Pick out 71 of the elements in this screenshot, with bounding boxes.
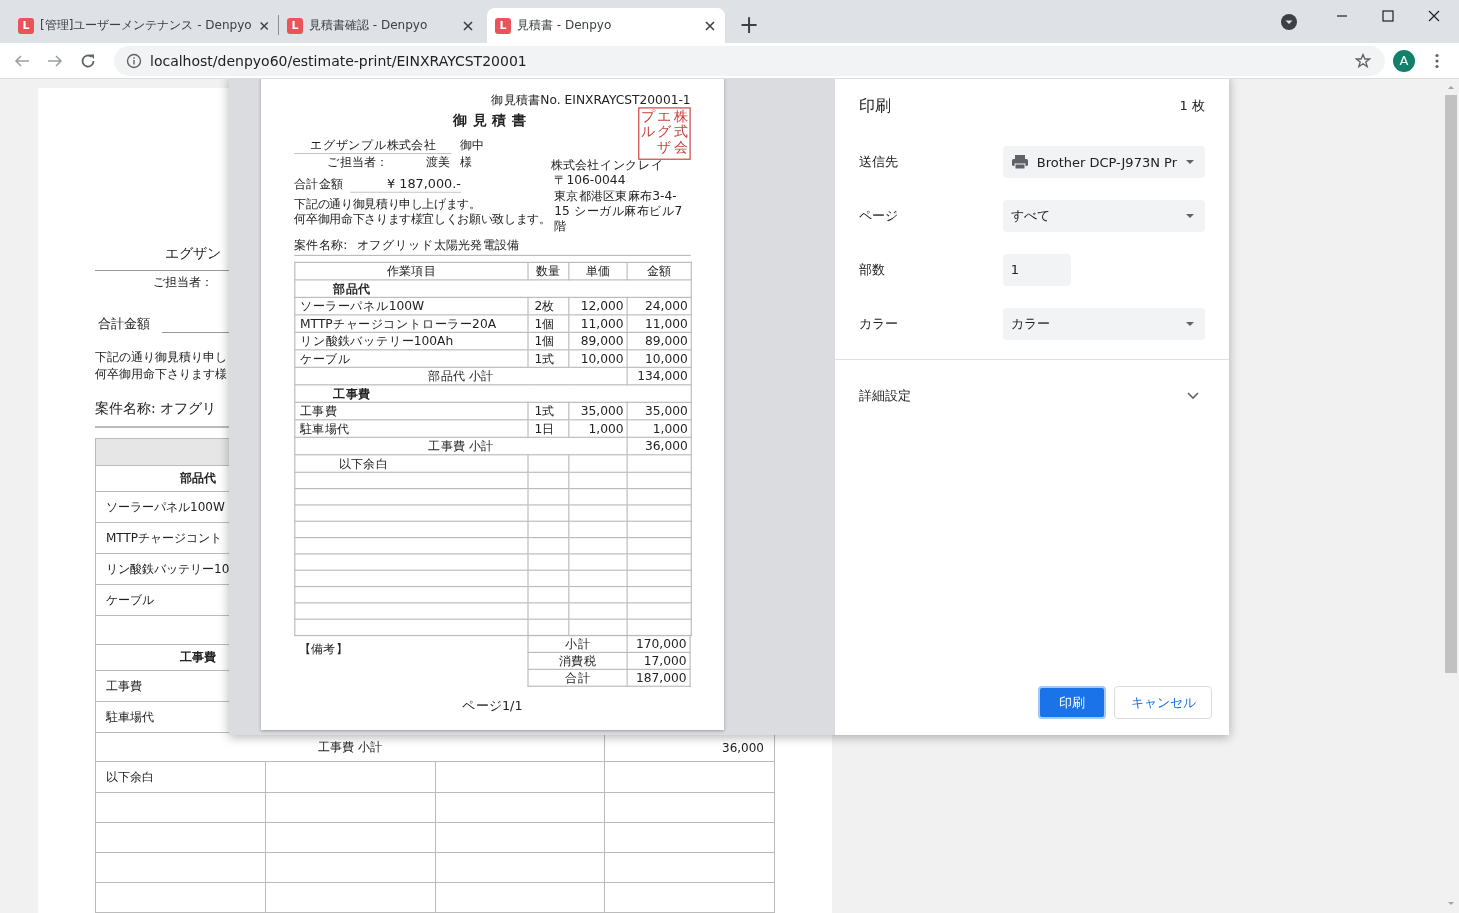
client-name: エグザン: [165, 245, 221, 263]
message-text: 下記の通り御見積り申し: [95, 349, 227, 366]
maximize-icon[interactable]: [1381, 9, 1395, 23]
honorific: 様: [460, 155, 473, 171]
company-address: 東京都港区東麻布3-4-15 シーガル麻布ビル7階: [554, 189, 684, 234]
caret-icon: [1185, 159, 1195, 165]
setting-label: ページ: [858, 207, 899, 225]
back-icon[interactable]: [14, 52, 30, 69]
section-heading: 部品代: [333, 281, 371, 296]
printer-dropdown[interactable]: Brother DCP-J973N Pr: [1002, 146, 1205, 178]
estimate-number: 御見積書No. EINXRAYCST20001-1: [490, 92, 692, 108]
reload-icon[interactable]: [80, 52, 96, 69]
page-number: ページ1/1: [461, 698, 524, 714]
section-heading: 工事費: [333, 386, 371, 401]
tab-title: [管理]ユーザーメンテナンス - Denpyo: [40, 17, 252, 34]
message-text: 下記の通り御見積り申し上げます。: [294, 197, 482, 212]
caret-icon: [1185, 213, 1195, 219]
browser-tab[interactable]: L 見積書確認 - Denpyo: [279, 8, 483, 43]
project-title: 案件名称: オフグリ: [95, 400, 217, 416]
tab-title: 見積書 - Denpyo: [517, 17, 613, 34]
close-icon[interactable]: [1427, 9, 1441, 23]
total-label: 合計金額: [98, 315, 150, 333]
setting-label: 部数: [858, 261, 886, 279]
browser-tab[interactable]: L [管理]ユーザーメンテナンス - Denpyo: [10, 8, 278, 43]
table-cell: 170,000: [627, 635, 691, 653]
forward-icon[interactable]: [47, 52, 63, 69]
printer-icon: [1010, 154, 1029, 170]
tab-search-icon[interactable]: [1281, 14, 1297, 30]
star-icon[interactable]: [1355, 52, 1371, 69]
favicon-icon: L: [287, 17, 303, 34]
total-label: 合計金額: [294, 176, 345, 193]
dropdown[interactable]: すべて: [1002, 200, 1205, 232]
honorific: 御中: [460, 138, 485, 154]
table-cell: 以下余白: [95, 761, 266, 793]
copies-field[interactable]: 1: [1002, 254, 1071, 286]
section-heading: 部品代: [180, 471, 216, 485]
favicon-icon: L: [18, 17, 34, 34]
address-field[interactable]: localhost/denpyo60/estimate-print/EINXRAYCST20001: [114, 45, 1385, 76]
new-tab-button[interactable]: +: [739, 11, 760, 39]
company-name: 株式会社インクレイ: [551, 157, 665, 173]
notes-label: 【備考】: [299, 642, 349, 658]
profile-avatar[interactable]: A: [1393, 49, 1415, 72]
setting-label: カラー: [858, 315, 899, 333]
dropdown[interactable]: カラー: [1002, 308, 1205, 340]
info-icon[interactable]: [126, 52, 142, 69]
contact-name: 渡美: [426, 155, 452, 171]
chevron-icon: [1187, 392, 1199, 400]
menu-icon[interactable]: [1435, 52, 1439, 69]
cancel-button[interactable]: キャンセル: [1114, 686, 1212, 719]
project-name: オフグリッド太陽光発電設備: [357, 237, 520, 253]
client-name: エグザンプル株式会社: [294, 137, 452, 154]
sheet-count: 1 枚: [1179, 97, 1205, 115]
print-button[interactable]: 印刷: [1038, 686, 1106, 719]
setting-label: 送信先: [858, 153, 899, 171]
contact-label: ご担当者：: [327, 155, 391, 171]
message-text: 何卒御用命下さります様宜しくお願い致します。: [294, 211, 552, 227]
section-heading: 工事費: [180, 650, 216, 664]
browser-tab[interactable]: L 見積書 - Denpyo: [487, 8, 725, 43]
tab-title: 見積書確認 - Denpyo: [309, 17, 429, 34]
document-title: 御見積書: [453, 112, 533, 130]
dialog-title: 印刷: [858, 95, 891, 117]
table-cell: 小計: [528, 635, 628, 653]
postal-code: 〒106-0044: [554, 173, 626, 188]
close-icon[interactable]: [703, 18, 717, 33]
message-text: 何卒御用命下さります様: [95, 366, 227, 383]
contact-label: ご担当者：: [153, 274, 213, 291]
favicon-icon: L: [495, 17, 511, 34]
close-icon[interactable]: [461, 18, 475, 33]
project-label: 案件名称:: [294, 237, 348, 253]
more-settings-toggle[interactable]: 詳細設定: [834, 387, 1229, 405]
caret-icon: [1185, 321, 1195, 327]
